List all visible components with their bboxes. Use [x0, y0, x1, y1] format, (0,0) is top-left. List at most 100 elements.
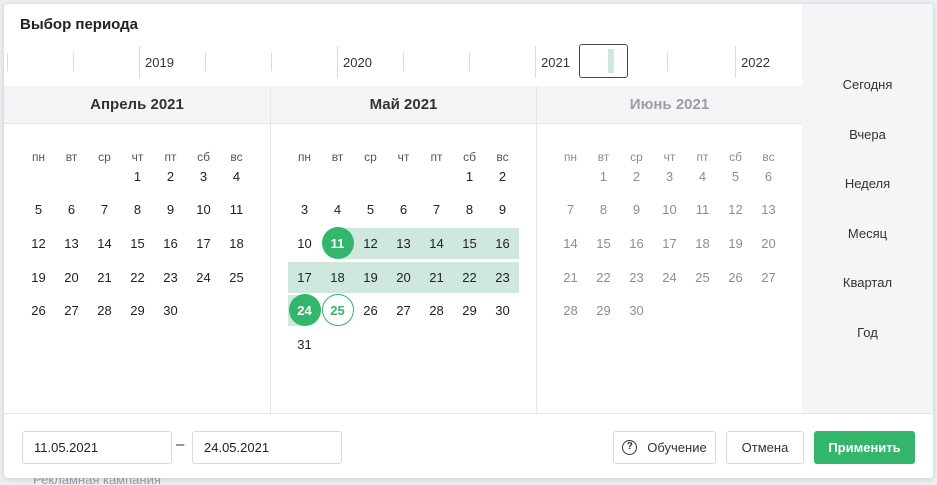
day-cell[interactable]: 5 [354, 193, 387, 226]
day-cell[interactable]: 20 [752, 227, 785, 260]
day-cell[interactable]: 14 [420, 227, 453, 260]
timeline-year-2019[interactable]: 2019 [145, 55, 174, 70]
day-cell[interactable]: 29 [587, 294, 620, 327]
day-cell[interactable]: 17 [288, 261, 321, 294]
cancel-button[interactable]: Отмена [726, 431, 804, 464]
day-cell[interactable]: 19 [354, 261, 387, 294]
day-cell[interactable]: 24 [653, 261, 686, 294]
day-cell[interactable]: 25 [220, 261, 253, 294]
day-cell[interactable]: 1 [121, 160, 154, 193]
day-cell[interactable]: 7 [88, 193, 121, 226]
day-cell[interactable]: 8 [121, 193, 154, 226]
day-cell[interactable]: 28 [554, 294, 587, 327]
day-cell[interactable]: 23 [486, 261, 519, 294]
day-cell[interactable]: 26 [719, 261, 752, 294]
day-cell[interactable]: 18 [686, 227, 719, 260]
day-cell[interactable]: 13 [55, 227, 88, 260]
quick-period-year[interactable]: Год [802, 325, 933, 340]
date-from-input[interactable] [22, 431, 172, 464]
apply-button[interactable]: Применить [814, 431, 915, 464]
day-cell[interactable]: 13 [387, 227, 420, 260]
day-cell[interactable]: 16 [620, 227, 653, 260]
day-cell[interactable]: 29 [453, 294, 486, 327]
day-cell[interactable]: 15 [587, 227, 620, 260]
day-cell[interactable]: 18 [321, 261, 354, 294]
day-cell[interactable]: 15 [121, 227, 154, 260]
day-cell[interactable]: 27 [752, 261, 785, 294]
timeline-year-2022[interactable]: 2022 [741, 55, 770, 70]
day-cell[interactable]: 16 [486, 227, 519, 260]
day-cell[interactable]: 5 [719, 160, 752, 193]
day-cell[interactable]: 10 [653, 193, 686, 226]
day-cell[interactable]: 2 [154, 160, 187, 193]
day-cell[interactable]: 3 [187, 160, 220, 193]
range-end-day[interactable]: 24 [288, 294, 321, 327]
day-cell[interactable]: 3 [653, 160, 686, 193]
day-cell[interactable]: 10 [187, 193, 220, 226]
timeline-year-2020[interactable]: 2020 [343, 55, 372, 70]
day-cell[interactable]: 1 [587, 160, 620, 193]
day-cell[interactable]: 24 [187, 261, 220, 294]
day-cell[interactable]: 27 [55, 294, 88, 327]
day-cell[interactable]: 28 [420, 294, 453, 327]
day-cell[interactable]: 3 [288, 193, 321, 226]
day-cell[interactable]: 26 [354, 294, 387, 327]
day-cell[interactable]: 22 [121, 261, 154, 294]
help-button[interactable]: ? Обучение [613, 431, 716, 464]
quick-period-month[interactable]: Месяц [802, 226, 933, 241]
day-cell[interactable]: 13 [752, 193, 785, 226]
day-cell[interactable]: 8 [587, 193, 620, 226]
day-cell[interactable]: 11 [220, 193, 253, 226]
day-cell[interactable]: 8 [453, 193, 486, 226]
timeline-year-2021[interactable]: 2021 [541, 55, 570, 70]
day-cell[interactable]: 16 [154, 227, 187, 260]
day-cell[interactable]: 25 [686, 261, 719, 294]
date-to-input[interactable] [192, 431, 342, 464]
day-cell[interactable]: 30 [154, 294, 187, 327]
day-cell[interactable]: 2 [486, 160, 519, 193]
day-cell[interactable]: 22 [453, 261, 486, 294]
day-cell[interactable]: 1 [453, 160, 486, 193]
day-cell[interactable]: 11 [686, 193, 719, 226]
range-start-day[interactable]: 11 [321, 227, 354, 260]
day-cell[interactable]: 19 [719, 227, 752, 260]
year-timeline[interactable]: 2019 2020 2021 2022 [4, 42, 802, 82]
day-cell[interactable]: 12 [354, 227, 387, 260]
day-cell[interactable]: 5 [22, 193, 55, 226]
day-cell[interactable]: 30 [486, 294, 519, 327]
day-cell[interactable]: 17 [187, 227, 220, 260]
day-cell[interactable]: 17 [653, 227, 686, 260]
day-cell[interactable]: 15 [453, 227, 486, 260]
quick-period-quarter[interactable]: Квартал [802, 275, 933, 290]
day-cell[interactable]: 14 [554, 227, 587, 260]
day-cell[interactable]: 23 [154, 261, 187, 294]
day-cell[interactable]: 9 [486, 193, 519, 226]
day-cell[interactable]: 21 [554, 261, 587, 294]
timeline-range-handle[interactable] [579, 44, 628, 78]
quick-period-today[interactable]: Сегодня [802, 77, 933, 92]
quick-period-yesterday[interactable]: Вчера [802, 127, 933, 142]
day-cell[interactable]: 14 [88, 227, 121, 260]
day-cell[interactable]: 12 [22, 227, 55, 260]
day-cell[interactable]: 28 [88, 294, 121, 327]
day-cell[interactable]: 2 [620, 160, 653, 193]
day-cell[interactable]: 7 [554, 193, 587, 226]
day-cell[interactable]: 23 [620, 261, 653, 294]
day-cell[interactable]: 4 [220, 160, 253, 193]
day-cell[interactable]: 12 [719, 193, 752, 226]
day-cell[interactable]: 6 [752, 160, 785, 193]
day-cell[interactable]: 26 [22, 294, 55, 327]
day-cell[interactable]: 9 [154, 193, 187, 226]
day-cell[interactable]: 20 [387, 261, 420, 294]
day-cell[interactable]: 21 [420, 261, 453, 294]
day-cell[interactable]: 6 [387, 193, 420, 226]
day-cell[interactable]: 27 [387, 294, 420, 327]
day-cell[interactable]: 31 [288, 328, 321, 361]
day-cell[interactable]: 10 [288, 227, 321, 260]
day-cell[interactable]: 19 [22, 261, 55, 294]
quick-period-week[interactable]: Неделя [802, 176, 933, 191]
day-cell[interactable]: 9 [620, 193, 653, 226]
day-cell[interactable]: 21 [88, 261, 121, 294]
day-cell[interactable]: 30 [620, 294, 653, 327]
day-cell[interactable]: 18 [220, 227, 253, 260]
